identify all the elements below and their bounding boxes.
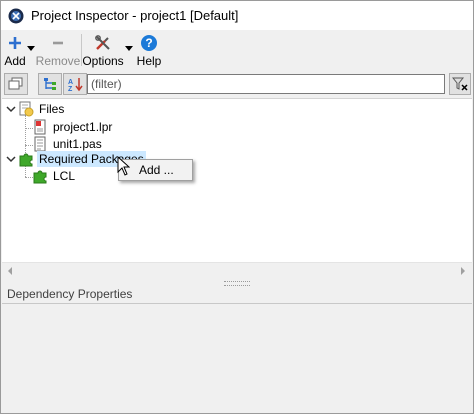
svg-text:A: A [68, 79, 73, 86]
context-menu-item-add[interactable]: Add ... [139, 163, 174, 177]
add-dropdown-arrow-icon[interactable] [27, 46, 35, 51]
filter-input[interactable] [87, 74, 445, 94]
project-file-icon [34, 119, 46, 135]
scroll-right-arrow-icon[interactable] [461, 267, 465, 275]
clear-filter-icon [452, 77, 468, 91]
options-dropdown-arrow-icon[interactable] [125, 46, 133, 51]
options-button-label: Options [82, 54, 124, 68]
tree-node-label: Files [39, 102, 65, 116]
dependency-properties-content [2, 303, 472, 412]
remove-button[interactable]: Remove [35, 32, 81, 68]
collapse-chevron-icon[interactable] [6, 154, 16, 164]
tree-node-label: project1.lpr [53, 120, 113, 134]
tree-horizontal-scrollbar[interactable] [2, 262, 472, 280]
lazarus-app-icon [8, 8, 24, 23]
toolbar: Add Remove Options ? Help [1, 30, 473, 70]
package-puzzle-icon [19, 153, 33, 167]
plus-icon [9, 37, 21, 49]
window-stack-icon [8, 77, 23, 90]
tree-node-label: LCL [53, 169, 76, 183]
tree-hierarchy-icon [44, 78, 56, 90]
project-tree[interactable]: Files project1.lpr unit1.pas Required Pa… [2, 98, 472, 263]
add-button[interactable]: Add [3, 32, 27, 68]
project-inspector-window: Project Inspector - project1 [Default] A… [0, 0, 474, 414]
title-bar[interactable]: Project Inspector - project1 [Default] [1, 1, 473, 30]
svg-text:?: ? [145, 36, 152, 50]
clear-filter-button[interactable] [449, 73, 471, 95]
package-puzzle-icon [33, 170, 47, 184]
dependency-properties-panel: Dependency Properties [2, 287, 472, 413]
help-icon: ? [141, 35, 157, 51]
filter-row: A Z [1, 70, 473, 100]
splitter-grip-icon [224, 280, 250, 286]
tree-node-file[interactable]: project1.lpr [32, 118, 114, 136]
mouse-pointer-icon [117, 156, 130, 176]
tree-node-package[interactable]: LCL [32, 167, 77, 185]
collapse-chevron-icon[interactable] [6, 104, 16, 114]
svg-text:Z: Z [68, 86, 73, 92]
sort-az-icon: A Z [68, 78, 83, 92]
tree-connector [25, 115, 26, 155]
help-button-label: Help [136, 54, 162, 68]
remove-button-label: Remove [35, 54, 81, 68]
tools-icon [95, 35, 110, 50]
tree-node-files[interactable]: Files [18, 100, 66, 118]
minus-icon [53, 41, 63, 45]
files-folder-icon [19, 101, 34, 117]
window-title: Project Inspector - project1 [Default] [31, 8, 239, 23]
toggle-view-button[interactable] [4, 73, 28, 95]
panel-splitter[interactable] [1, 279, 473, 287]
sort-alphabetically-button[interactable]: A Z [63, 73, 87, 95]
dependency-properties-label: Dependency Properties [7, 287, 133, 301]
scroll-left-arrow-icon[interactable] [8, 267, 12, 275]
show-directory-hierarchy-button[interactable] [38, 73, 62, 95]
help-button[interactable]: ? Help [136, 32, 162, 68]
options-button[interactable]: Options [82, 32, 124, 68]
add-button-label: Add [4, 54, 26, 68]
